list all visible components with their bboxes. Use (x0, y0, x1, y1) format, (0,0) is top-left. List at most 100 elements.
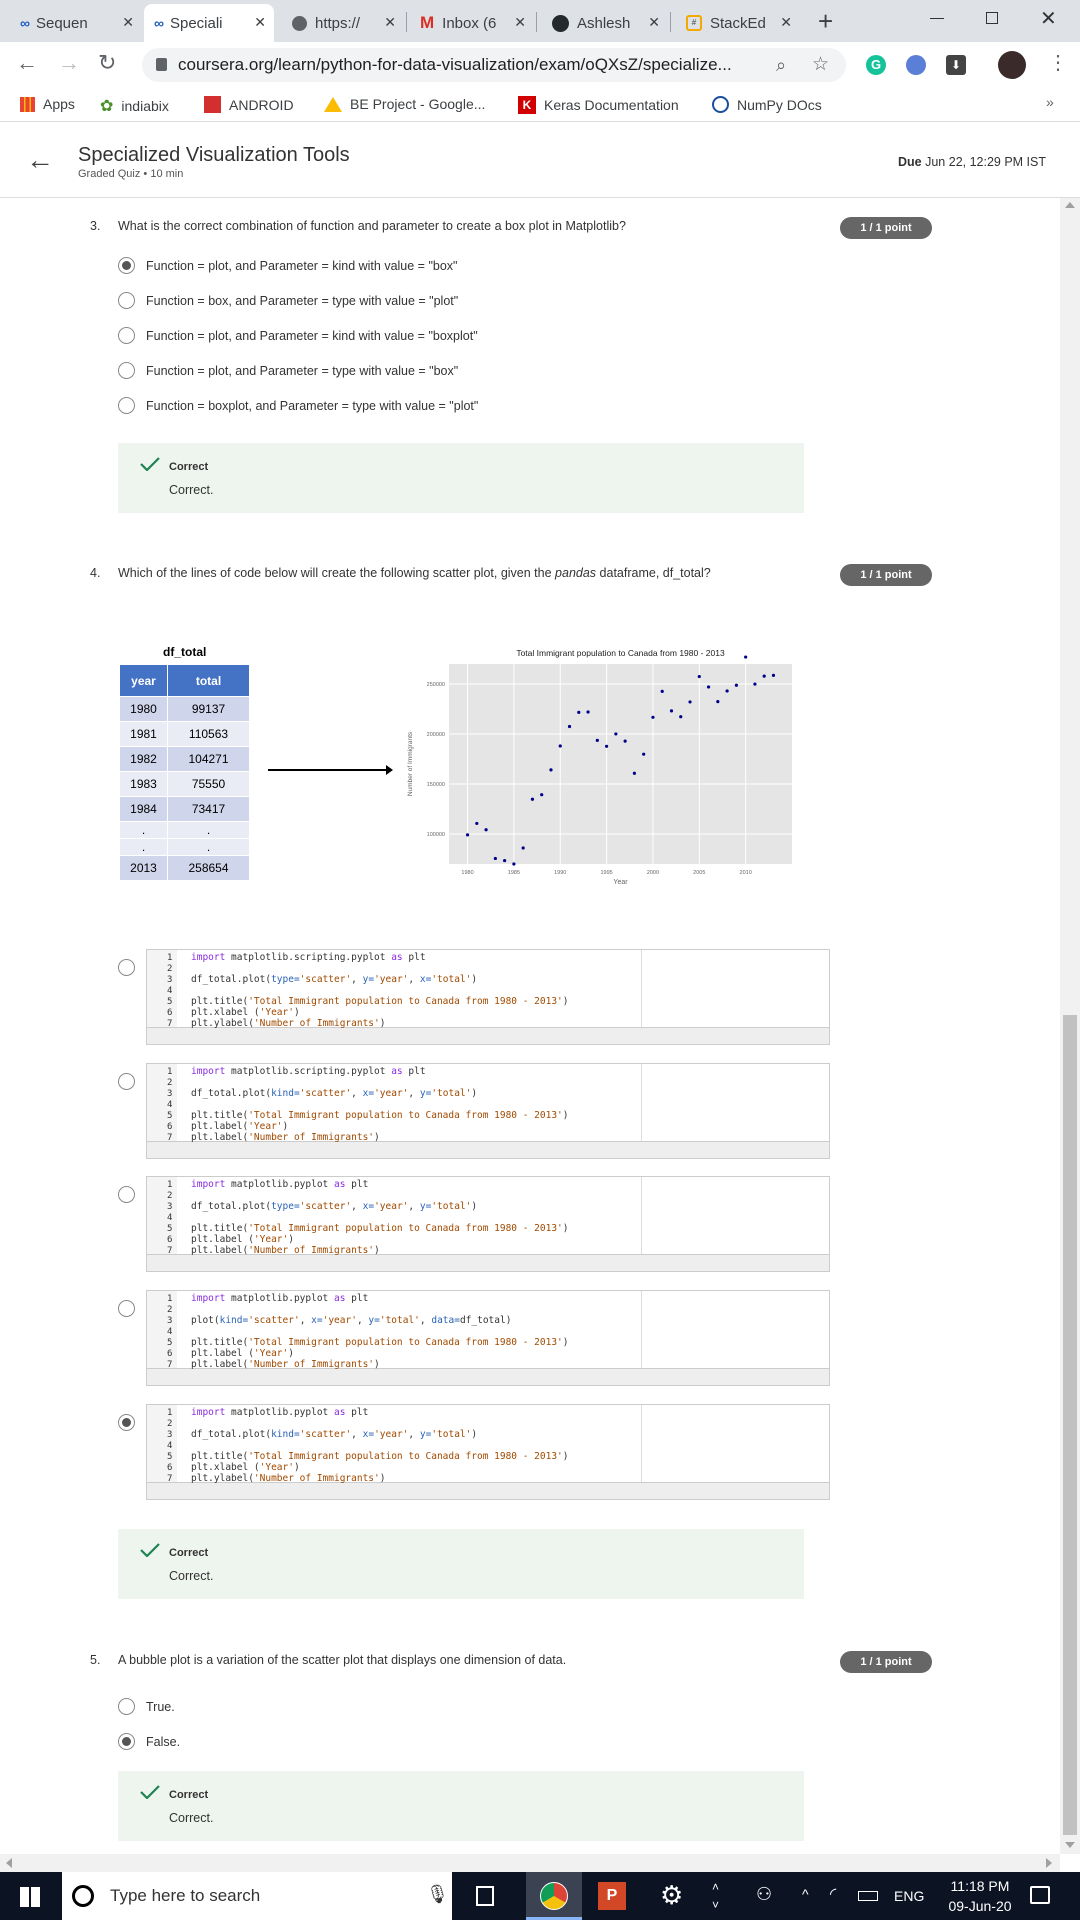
scroll-up-icon[interactable] (1065, 202, 1075, 208)
code-line: df_total.plot(type='scatter', x='year', … (191, 1201, 477, 1212)
bookmark-apps[interactable]: Apps (20, 96, 75, 112)
option-label[interactable]: Function = plot, and Parameter = kind wi… (146, 259, 457, 273)
code-token: 'Total Immigrant population to Canada fr… (248, 1223, 563, 1234)
option-label[interactable]: False. (146, 1735, 180, 1749)
star-icon[interactable]: ☆ (812, 48, 829, 82)
back-arrow-icon[interactable]: ← (26, 144, 54, 176)
code-line: df_total.plot(type='scatter', y='year', … (191, 974, 477, 985)
browser-tab[interactable]: M Inbox (6 ✕ (410, 4, 534, 42)
answer-radio[interactable] (118, 1698, 135, 1715)
forward-icon[interactable]: → (58, 50, 80, 76)
address-bar[interactable]: coursera.org/learn/python-for-data-visua… (142, 48, 846, 82)
show-hidden-icons[interactable]: ^ (802, 1886, 809, 1902)
notifications-icon[interactable] (1030, 1886, 1050, 1904)
bookmark-android[interactable]: ANDROID (204, 96, 294, 113)
table-row: 2013 258654 (119, 855, 250, 881)
powerpoint-icon[interactable]: P (598, 1882, 626, 1910)
close-window-icon[interactable]: ✕ (1040, 6, 1057, 31)
answer-radio[interactable] (118, 327, 135, 344)
extension-icon[interactable] (906, 55, 926, 75)
close-tab-icon[interactable]: ✕ (648, 14, 660, 31)
microphone-icon[interactable]: 🎙 (426, 1884, 449, 1905)
taskbar-search-box[interactable]: Type here to search 🎙 (62, 1872, 452, 1920)
new-tab-button[interactable]: + (818, 6, 833, 37)
code-token: 'Number of Immigrants' (248, 1245, 375, 1256)
answer-radio[interactable] (118, 397, 135, 414)
chrome-taskbar-icon[interactable] (526, 1872, 582, 1920)
code-line: import matplotlib.pyplot as plt (191, 1293, 368, 1304)
code-token: y= (419, 1201, 432, 1212)
horizontal-scrollbar[interactable] (0, 1854, 1060, 1872)
code-token: x= (362, 1201, 375, 1212)
profile-avatar[interactable] (998, 51, 1026, 79)
option-label[interactable]: Function = boxplot, and Parameter = type… (146, 399, 478, 413)
taskbar-date[interactable]: 09-Jun-20 (938, 1898, 1022, 1914)
scroll-right-icon[interactable] (1046, 1858, 1052, 1868)
code-snippet[interactable]: 1 2 3 4 5 6 7 import matplotlib.pyplot as plt pl… (146, 1290, 830, 1386)
data-point (651, 715, 655, 719)
bookmark-keras[interactable]: K Keras Documentation (518, 96, 679, 114)
zoom-icon[interactable]: ⌕ (776, 48, 786, 82)
windows-start-icon[interactable] (20, 1887, 40, 1907)
battery-icon[interactable] (858, 1891, 878, 1901)
code-option-radio[interactable] (118, 1414, 135, 1431)
bookmarks-overflow-icon[interactable]: » (1046, 94, 1054, 110)
restore-icon[interactable] (986, 12, 998, 24)
tray-overflow-icon[interactable]: ˄ ˅ (712, 1878, 719, 1914)
scroll-left-icon[interactable] (6, 1858, 12, 1868)
code-snippet[interactable]: 1 2 3 4 5 6 7 import matplotlib.scripting.pyplo… (146, 1063, 830, 1159)
option-label[interactable]: Function = plot, and Parameter = kind wi… (146, 329, 478, 343)
answer-radio[interactable] (118, 257, 135, 274)
option-label[interactable]: Function = plot, and Parameter = type wi… (146, 364, 458, 378)
wifi-icon[interactable]: ◜ (830, 1884, 836, 1904)
code-option-radio[interactable] (118, 1186, 135, 1203)
taskbar-time[interactable]: 11:18 PM (944, 1878, 1016, 1894)
answer-radio[interactable] (118, 292, 135, 309)
answer-radio[interactable] (118, 1733, 135, 1750)
question-number: 4. (90, 566, 101, 580)
minimize-icon[interactable] (930, 18, 944, 19)
code-snippet[interactable]: 1 2 3 4 5 6 7 import matplotlib.scripting.pyplo… (146, 949, 830, 1045)
settings-gear-icon[interactable]: ⚙ (660, 1880, 683, 1911)
close-tab-icon[interactable]: ✕ (384, 14, 396, 31)
close-tab-icon[interactable]: ✕ (780, 14, 792, 31)
code-token: plt.label( (191, 1245, 249, 1256)
code-snippet[interactable]: 1 2 3 4 5 6 7 import matplotlib.pyplot as plt df… (146, 1404, 830, 1500)
line-number: 6 (167, 1349, 173, 1359)
answer-radio[interactable] (118, 362, 135, 379)
download-extension-icon[interactable]: ⬇ (946, 55, 966, 75)
menu-icon[interactable]: ⋮ (1048, 50, 1068, 75)
option-label[interactable]: Function = box, and Parameter = type wit… (146, 294, 458, 308)
vertical-scrollbar[interactable] (1060, 198, 1080, 1854)
close-tab-icon[interactable]: ✕ (122, 14, 134, 31)
scrollbar-thumb[interactable] (1063, 1015, 1077, 1835)
data-point (734, 683, 738, 687)
code-token: ) (374, 1132, 380, 1143)
close-tab-icon[interactable]: ✕ (514, 14, 526, 31)
task-view-icon[interactable] (476, 1886, 494, 1906)
browser-tab[interactable]: # StackEd ✕ (676, 4, 800, 42)
table-row: 1980 99137 (119, 696, 250, 722)
bookmark-be-project[interactable]: BE Project - Google... (324, 96, 485, 112)
code-snippet[interactable]: 1 2 3 4 5 6 7 import matplotlib.pyplot as plt df… (146, 1176, 830, 1272)
browser-tab-active[interactable]: ∞ Speciali ✕ (144, 4, 274, 42)
browser-tab[interactable]: ∞ Sequen ✕ (10, 4, 142, 42)
code-footer-bar (147, 1027, 829, 1044)
people-icon[interactable]: ⚇ (756, 1884, 772, 1905)
bookmark-indiabix[interactable]: ✿ indiabix (100, 96, 169, 116)
browser-tab[interactable]: https:// ✕ (282, 4, 404, 42)
reload-icon[interactable]: ↻ (98, 50, 116, 76)
grammarly-icon[interactable]: G (866, 55, 886, 75)
scroll-down-icon[interactable] (1065, 1842, 1075, 1848)
arrow-head-icon (386, 765, 393, 775)
code-option-radio[interactable] (118, 1073, 135, 1090)
code-option-radio[interactable] (118, 959, 135, 976)
code-line: plt.title('Total Immigrant population to… (191, 1110, 569, 1121)
bookmark-numpy[interactable]: NumPy DOcs (712, 96, 822, 113)
back-icon[interactable]: ← (16, 50, 38, 76)
language-indicator[interactable]: ENG (894, 1888, 924, 1904)
close-tab-icon[interactable]: ✕ (254, 14, 266, 31)
code-option-radio[interactable] (118, 1300, 135, 1317)
option-label[interactable]: True. (146, 1700, 175, 1714)
browser-tab[interactable]: Ashlesh ✕ (542, 4, 668, 42)
